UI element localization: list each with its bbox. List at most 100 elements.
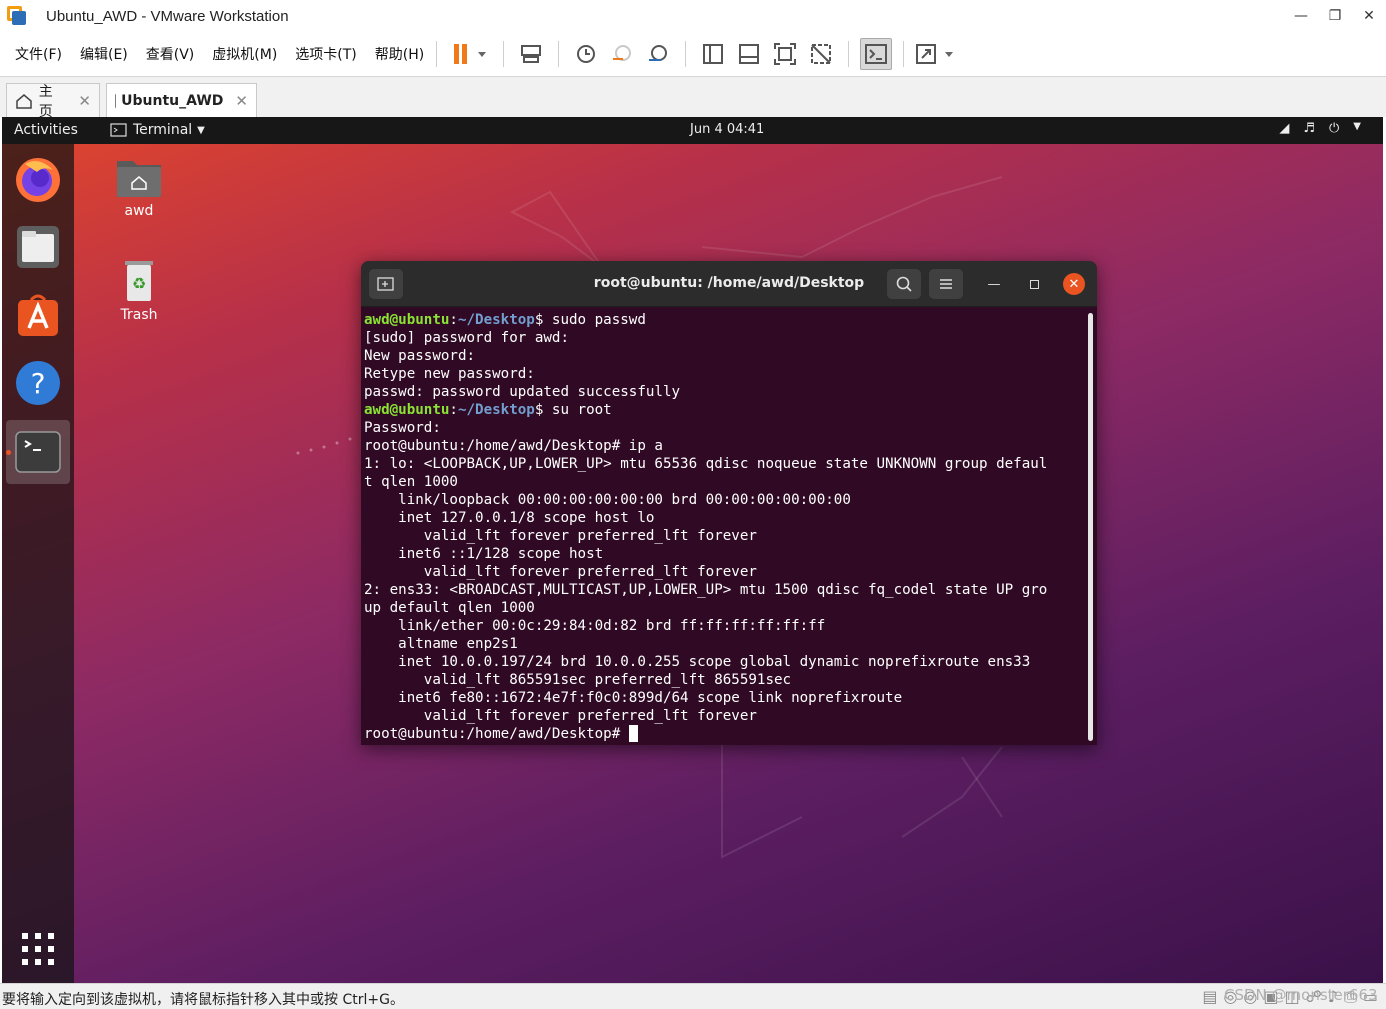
- svg-text:♻: ♻: [132, 274, 146, 293]
- menu-tabs[interactable]: 选项卡(T): [295, 44, 356, 64]
- thumbnail-bar-button[interactable]: [733, 38, 765, 70]
- terminal-line: inet6 ::1/128 scope host: [364, 545, 1084, 563]
- guest-screen[interactable]: Activities Terminal ▼ Jun 4 04:41 ◢ ♬ ⏻ …: [2, 117, 1383, 983]
- snapshot-icon: [577, 45, 596, 63]
- status-message: 要将输入定向到该虚拟机，请将鼠标指针移入其中或按 Ctrl+G。: [2, 992, 404, 1008]
- snapshot-manager-button[interactable]: [642, 38, 674, 70]
- system-tray[interactable]: ◢ ♬ ⏻ ▼: [1279, 121, 1361, 136]
- terminal-icon: [15, 431, 61, 473]
- app-menu-terminal[interactable]: Terminal ▼: [110, 122, 205, 138]
- tab-home[interactable]: 主页 ✕: [6, 83, 100, 120]
- output-text: 1: lo: <LOOPBACK,UP,LOWER_UP> mtu 65536 …: [364, 456, 1048, 472]
- hamburger-menu-button[interactable]: [929, 269, 963, 299]
- toolbar-separator: [436, 41, 438, 67]
- desktop-icon-trash[interactable]: ♻ Trash: [99, 257, 179, 323]
- terminal-line: Retype new password:: [364, 365, 1084, 383]
- terminal-line: link/ether 00:0c:29:84:0d:82 brd ff:ff:f…: [364, 617, 1084, 635]
- revert-icon: [613, 45, 632, 61]
- terminal-line: 2: ens33: <BROADCAST,MULTICAST,UP,LOWER_…: [364, 581, 1084, 599]
- terminal-line: link/loopback 00:00:00:00:00:00 brd 00:0…: [364, 491, 1084, 509]
- minimize-icon[interactable]: —: [1284, 0, 1318, 32]
- snapshot-manager-icon: [649, 45, 668, 61]
- stretch-icon: [916, 44, 954, 64]
- menu-view[interactable]: 查看(V): [146, 44, 195, 64]
- snapshot-button[interactable]: [570, 38, 602, 70]
- terminal-line: valid_lft forever preferred_lft forever: [364, 707, 1084, 725]
- maximize-button[interactable]: [1023, 273, 1045, 295]
- terminal-line: awd@ubuntu:~/Desktop$ sudo passwd: [364, 311, 1084, 329]
- pause-button[interactable]: [448, 38, 492, 70]
- terminal-headerbar[interactable]: root@ubuntu: /home/awd/Desktop — ✕: [361, 261, 1097, 307]
- trash-icon: ♻: [125, 261, 153, 301]
- home-icon: [16, 94, 32, 109]
- firefox-launcher[interactable]: [13, 154, 63, 204]
- output-text: valid_lft 865591sec preferred_lft 865591…: [364, 672, 792, 688]
- unity-icon: [811, 44, 832, 64]
- terminal-line: inet 10.0.0.197/24 brd 10.0.0.255 scope …: [364, 653, 1084, 671]
- toolbar-separator: [685, 41, 687, 67]
- menu-vm[interactable]: 虚拟机(M): [212, 44, 277, 64]
- close-icon[interactable]: ✕: [235, 92, 248, 110]
- menu-edit[interactable]: 编辑(E): [80, 44, 128, 64]
- terminal-line: Password:: [364, 419, 1084, 437]
- terminal-line: 1: lo: <LOOPBACK,UP,LOWER_UP> mtu 65536 …: [364, 455, 1084, 473]
- output-text: inet6 ::1/128 scope host: [364, 546, 604, 562]
- watermark: CSDN @monster663: [1224, 986, 1378, 1004]
- terminal-window[interactable]: root@ubuntu: /home/awd/Desktop — ✕ awd@u…: [361, 261, 1097, 745]
- terminal-icon: [110, 123, 127, 137]
- desktop-icon-home[interactable]: awd: [99, 153, 179, 219]
- svg-text:?: ?: [31, 367, 46, 400]
- activities-button[interactable]: Activities: [14, 122, 78, 138]
- show-applications-button[interactable]: [13, 924, 63, 974]
- app-grid-icon: [22, 933, 54, 965]
- network-icon: ◢: [1279, 121, 1290, 136]
- fullscreen-icon: [774, 43, 797, 65]
- search-button[interactable]: [887, 269, 921, 299]
- software-launcher[interactable]: [13, 290, 63, 340]
- full-screen-button[interactable]: [769, 38, 801, 70]
- prompt-user: awd@ubuntu: [364, 312, 450, 328]
- minimize-icon: —: [987, 276, 1001, 292]
- terminal-line: [sudo] password for awd:: [364, 329, 1084, 347]
- library-icon: [703, 44, 724, 64]
- close-button[interactable]: ✕: [1063, 273, 1085, 295]
- close-icon[interactable]: ✕: [78, 92, 91, 110]
- terminal-scrollbar[interactable]: [1088, 313, 1093, 741]
- send-ctrl-alt-del-button[interactable]: [515, 38, 547, 70]
- restore-icon[interactable]: ❐: [1318, 0, 1352, 32]
- files-icon: [17, 226, 59, 268]
- clock[interactable]: Jun 4 04:41: [690, 122, 764, 137]
- menu-help[interactable]: 帮助(H): [375, 44, 424, 64]
- terminal-line: altname enp2s1: [364, 635, 1084, 653]
- prompt-path: ~/Desktop: [457, 402, 535, 418]
- terminal-line: t qlen 1000: [364, 473, 1084, 491]
- terminal-line: awd@ubuntu:~/Desktop$ su root: [364, 401, 1084, 419]
- show-library-button[interactable]: [697, 38, 729, 70]
- terminal-output[interactable]: awd@ubuntu:~/Desktop$ sudo passwd [sudo] …: [364, 311, 1084, 743]
- close-icon: ✕: [1068, 276, 1080, 292]
- minimize-button[interactable]: —: [983, 273, 1005, 295]
- unity-button[interactable]: [805, 38, 837, 70]
- prompt-separator: :: [449, 402, 458, 418]
- hard-disk-icon[interactable]: ▤: [1202, 987, 1217, 1007]
- close-icon[interactable]: ✕: [1352, 0, 1386, 32]
- command-text: su root: [543, 402, 612, 418]
- tab-ubuntu-awd[interactable]: Ubuntu_AWD ✕: [106, 83, 257, 118]
- desktop-icon-label: awd: [124, 203, 154, 219]
- terminal-line: root@ubuntu:/home/awd/Desktop#: [364, 725, 1084, 743]
- files-launcher[interactable]: [13, 222, 63, 272]
- menu-file[interactable]: 文件(F): [15, 44, 62, 64]
- terminal-launcher[interactable]: [13, 427, 63, 477]
- root-prompt: root@ubuntu:/home/awd/Desktop#: [364, 726, 629, 742]
- help-launcher[interactable]: ?: [13, 358, 63, 408]
- toolbar-separator: [848, 41, 850, 67]
- prompt-separator: :: [449, 312, 458, 328]
- console-view-button[interactable]: [860, 38, 893, 70]
- revert-snapshot-button[interactable]: [606, 38, 638, 70]
- gnome-top-bar: Activities Terminal ▼ Jun 4 04:41 ◢ ♬ ⏻ …: [2, 117, 1383, 144]
- terminal-line: valid_lft forever preferred_lft forever: [364, 527, 1084, 545]
- help-icon: ?: [16, 361, 60, 405]
- stretch-button[interactable]: [915, 38, 959, 70]
- tab-home-label: 主页: [38, 84, 53, 120]
- terminal-line: valid_lft 865591sec preferred_lft 865591…: [364, 671, 1084, 689]
